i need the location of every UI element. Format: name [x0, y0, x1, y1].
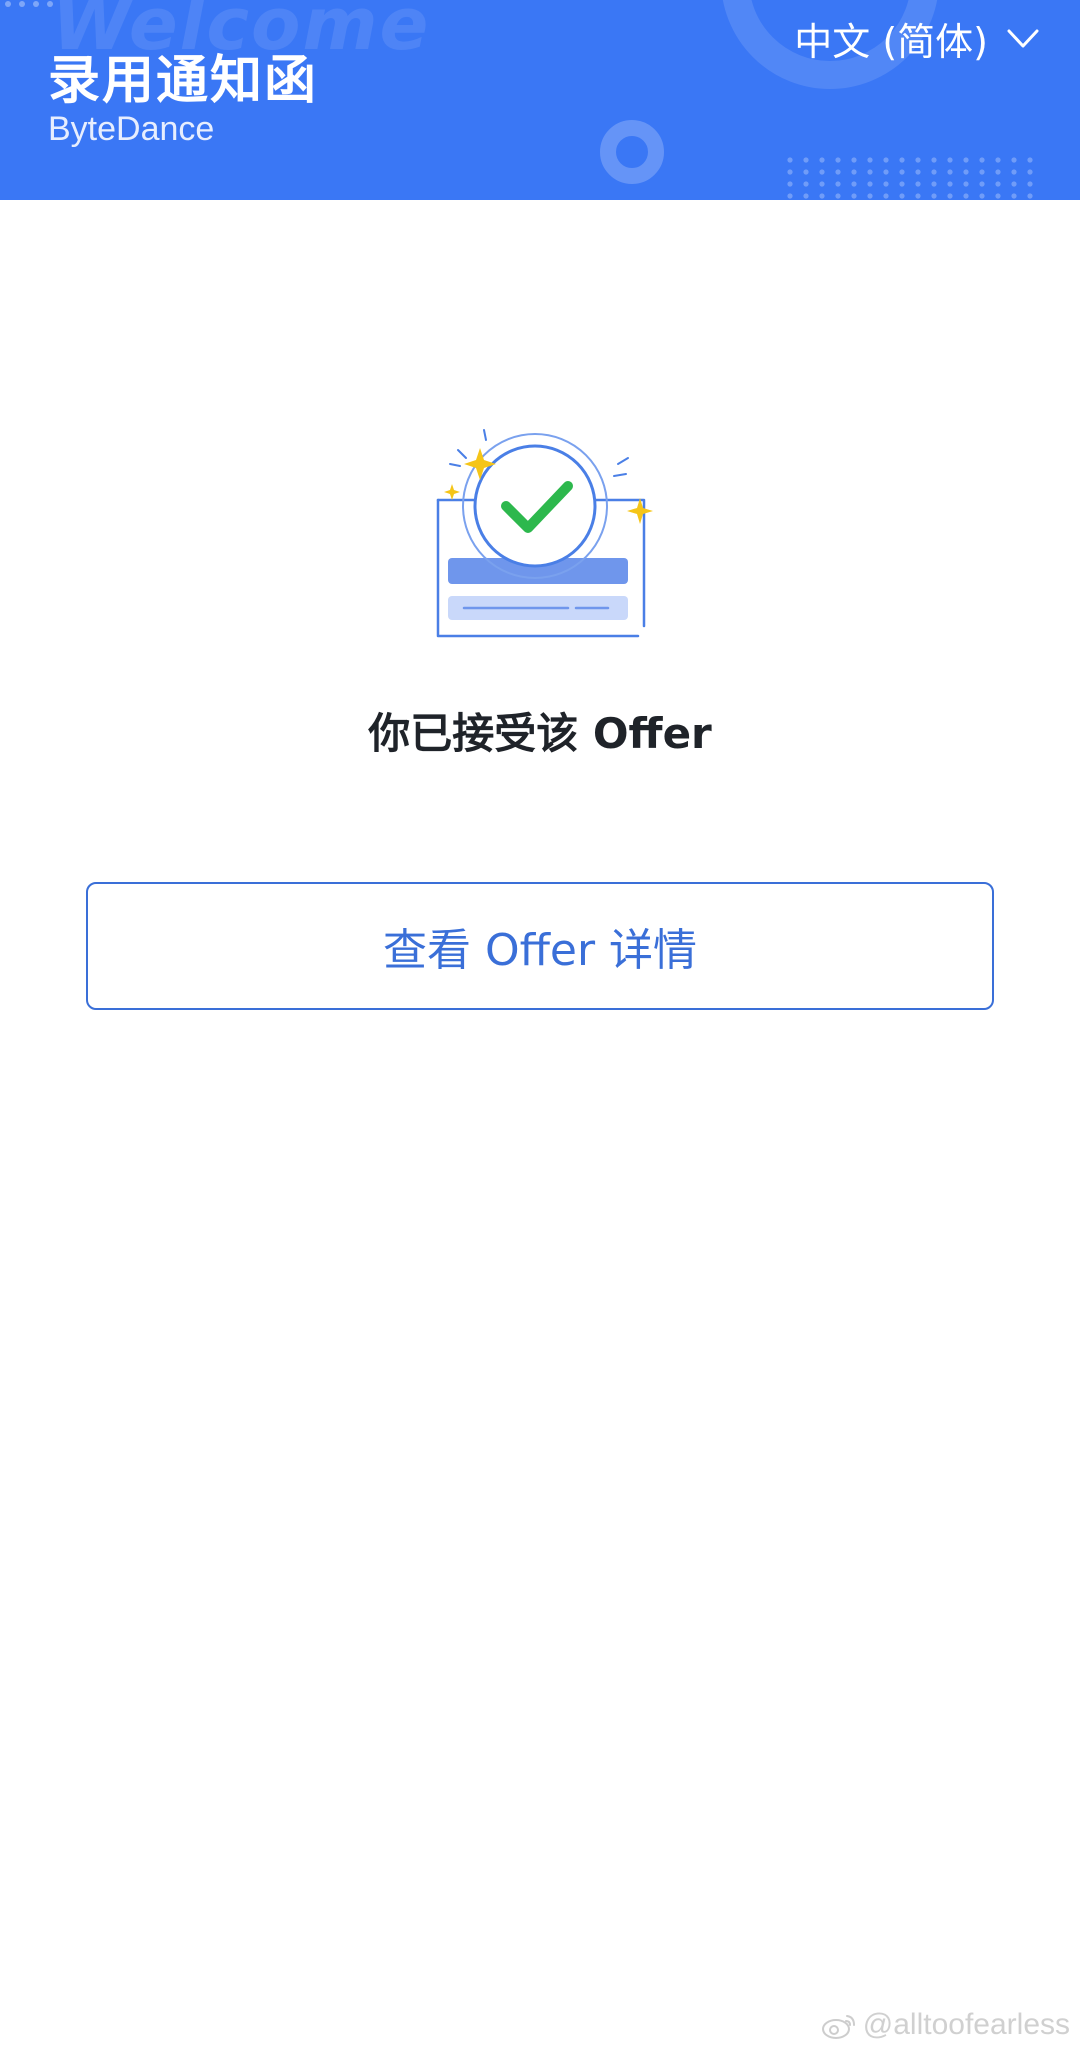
language-label: 中文 (简体): [794, 19, 988, 64]
chevron-down-icon: [1007, 29, 1039, 48]
header-banner: Welcome 录用通知函 ByteDance 中文 (简体): [0, 0, 1080, 200]
watermark: @alltoofearless: [821, 2008, 1070, 2042]
view-offer-details-label: 查看 Offer 详情: [382, 925, 698, 976]
language-selector[interactable]: 中文 (简体): [794, 10, 1040, 66]
watermark-text: @alltoofearless: [862, 2008, 1070, 2041]
view-offer-details-button[interactable]: 查看 Offer 详情: [86, 882, 994, 1010]
page-title: 录用通知函: [48, 51, 319, 111]
offer-accepted-check-icon: [436, 429, 653, 638]
offer-status-text: 你已接受该 Offer: [368, 709, 712, 758]
weibo-icon: [821, 2015, 855, 2039]
offer-letter-page: Welcome 录用通知函 ByteDance 中文 (简体) 你已接受该 Of…: [0, 0, 1080, 2046]
company-name: ByteDance: [48, 110, 215, 148]
